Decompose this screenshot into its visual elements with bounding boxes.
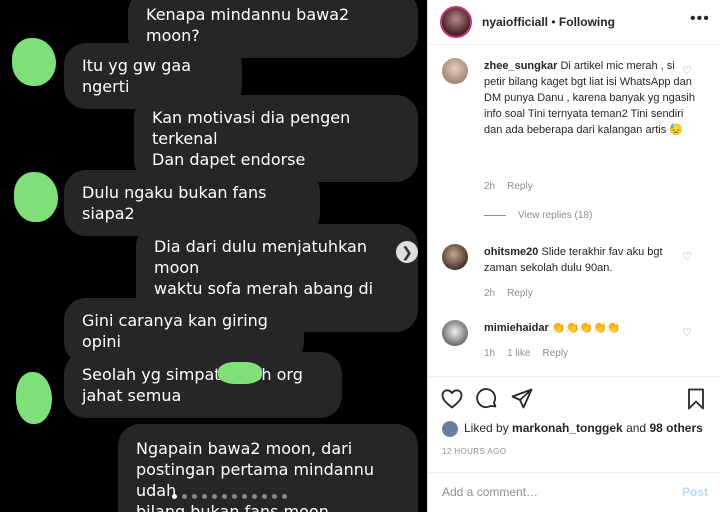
avatar [442,421,458,437]
chevron-right-icon: ❯ [401,244,413,260]
carousel-dot [252,494,257,499]
redaction-blob [16,372,52,424]
carousel-dots [172,494,287,499]
post-actions: Liked by markonah_tonggek and 98 others … [428,376,720,482]
following-button[interactable]: Following [559,15,615,29]
liked-by-others[interactable]: 98 others [649,421,702,435]
comment-username[interactable]: ohitsme20 [484,246,538,258]
likes-mid: and [622,421,650,436]
post-author: nyaiofficiall • Following [482,15,615,29]
carousel-dot [242,494,247,499]
reply-button[interactable]: Reply [507,181,533,192]
comment-body: mimiehaidar 👏👏👏👏👏 [484,320,674,336]
avatar[interactable] [442,244,468,270]
likes-summary: Liked by markonah_tonggek and 98 others [442,421,703,437]
comment-body: zhee_sungkar Di artikel mic merah , si p… [484,58,698,138]
comment-text: 👏👏👏👏👏 [551,322,621,334]
view-replies-label: View replies (18) [518,210,593,221]
post-comment-button[interactable]: Post [682,485,708,499]
view-replies-button[interactable]: View replies (18) [484,210,592,221]
add-comment-bar: Add a comment… Post [428,472,720,512]
carousel-dot [262,494,267,499]
post-panel: nyaiofficiall • Following ••• zhee_sungk… [427,0,720,512]
heart-icon[interactable]: ♡ [682,326,692,339]
comment-meta: 2h Reply [484,181,545,192]
comment-input[interactable]: Add a comment… [442,485,538,499]
more-options-icon[interactable]: ••• [690,10,710,28]
comment-likes[interactable]: 1 like [507,348,530,359]
carousel-dot [192,494,197,499]
reply-button[interactable]: Reply [507,288,533,299]
comment-body: ohitsme20 Slide terakhir fav aku bgt zam… [484,244,674,276]
comment-meta: 1h 1 like Reply [484,348,580,359]
divider [484,214,506,216]
heart-icon[interactable]: ♡ [682,64,692,77]
bookmark-icon[interactable] [684,387,708,411]
redaction-blob [218,362,262,384]
share-icon[interactable] [510,387,534,411]
carousel-dot [172,494,177,499]
liked-by-user[interactable]: markonah_tonggek [512,421,623,435]
chat-text: Dulu ngaku bukan fans siapa2 [82,183,267,223]
redaction-blob [12,38,56,86]
comment-time: 1h [484,348,496,359]
chat-bubble: Kan motivasi dia pengen terkenal Dan dap… [134,95,418,182]
comment-meta: 2h Reply [484,288,545,299]
avatar[interactable] [440,6,472,38]
post-timestamp[interactable]: 12 HOURS AGO [442,447,506,456]
carousel-dot [222,494,227,499]
carousel-dot [182,494,187,499]
carousel-dot [282,494,287,499]
chat-text: Kenapa mindannu bawa2 moon? [146,5,350,45]
comment-time: 2h [484,288,496,299]
chat-text: Itu yg gw gaa ngerti [82,56,192,96]
comment-time: 2h [484,181,496,192]
redaction-blob [14,172,58,222]
comment-icon[interactable] [475,387,499,411]
chat-text: Gini caranya kan giring opini [82,311,268,351]
username-link[interactable]: nyaiofficiall [482,15,548,29]
carousel-dot [232,494,237,499]
carousel-dot [272,494,277,499]
chat-bubble: Seolah yg simpati a tuh org jahat semua [64,352,342,418]
reply-button[interactable]: Reply [542,348,568,359]
carousel-dot [212,494,217,499]
avatar[interactable] [442,320,468,346]
heart-icon[interactable]: ♡ [682,250,692,263]
chat-image: Kenapa mindannu bawa2 moon? Itu yg gw ga… [0,0,427,512]
comment-username[interactable]: zhee_sungkar [484,60,557,72]
avatar[interactable] [442,58,468,84]
chat-text: Kan motivasi dia pengen terkenal Dan dap… [152,108,351,169]
comment-username[interactable]: mimiehaidar [484,322,549,334]
chat-text: Ngapain bawa2 moon, dari postingan perta… [136,439,375,512]
likes-prefix: Liked by [464,421,513,436]
post-header: nyaiofficiall • Following ••• [428,0,720,45]
separator: • [548,15,559,29]
chat-text: Seolah yg simpati a tuh org jahat semua [82,365,303,405]
carousel-dot [202,494,207,499]
heart-icon[interactable] [440,387,464,411]
next-slide-button[interactable]: ❯ [396,241,418,263]
